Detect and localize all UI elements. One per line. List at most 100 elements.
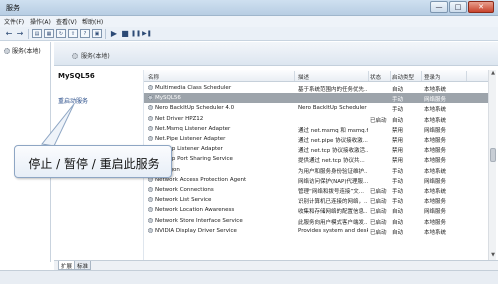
gear-icon <box>148 125 153 131</box>
service-name-cell: Net Driver HPZ12 <box>155 115 204 122</box>
export-list-icon[interactable]: ⇪ <box>68 29 78 38</box>
list-view-icon[interactable]: ▦ <box>44 29 54 38</box>
column-status[interactable]: 状态 <box>370 73 381 81</box>
service-name-cell: Multimedia Class Scheduler <box>155 85 232 91</box>
column-divider[interactable] <box>466 71 467 81</box>
service-description-cell: 提供通过 net.tcp 协议共... <box>298 158 365 165</box>
service-logon-cell: 网络服务 <box>424 127 447 134</box>
menu-action[interactable]: 操作(A) <box>30 17 51 26</box>
service-status-cell: 已启动 <box>370 117 387 124</box>
start-service-icon[interactable]: ▶ <box>109 29 119 38</box>
scrollbar-thumb[interactable] <box>490 148 496 162</box>
callout-pointer <box>41 103 75 147</box>
service-description-cell: Nero BackItUp Scheduler ... <box>298 105 368 112</box>
service-name-cell: Nero BackItUp Scheduler 4.0 <box>155 105 235 112</box>
service-startup-cell: 自动 <box>392 87 404 93</box>
service-logon-cell: 本地服务 <box>424 158 447 165</box>
service-row[interactable]: Network Store Interface Service 此服务向用户模式客… <box>144 216 488 226</box>
service-logon-cell: 本地系统 <box>424 87 447 93</box>
console-tree-icon[interactable]: ▤ <box>32 29 42 38</box>
service-row[interactable]: MySQL56 手动 网络服务 <box>144 93 488 104</box>
service-logon-cell: 本地服务 <box>424 199 447 206</box>
column-divider[interactable] <box>390 71 391 81</box>
service-row[interactable]: NVIDIA Display Driver Service Provides sy… <box>144 226 488 236</box>
gear-icon <box>148 217 153 223</box>
help-icon[interactable]: ? <box>80 29 90 38</box>
menu-help[interactable]: 帮助(H) <box>82 17 103 26</box>
service-row[interactable]: Network Connections 管理“网络和拨号连接”文... 已启动 手动 本… <box>144 185 488 195</box>
column-startup-type[interactable]: 启动类型 <box>392 73 414 81</box>
service-startup-cell: 手动 <box>392 168 404 175</box>
service-name-cell: Network Connections <box>155 187 214 193</box>
gear-icon <box>148 95 153 101</box>
service-row[interactable]: Nero BackItUp Scheduler 4.0 Nero BackItUp… <box>144 103 488 113</box>
arrow-left-icon[interactable]: ← <box>4 29 14 38</box>
arrow-right-icon[interactable]: → <box>15 29 25 38</box>
status-bar <box>0 270 498 284</box>
restart-service-icon[interactable]: ▶❚ <box>142 29 152 38</box>
service-name-cell: Net.Tcp Listener Adapter <box>155 146 223 153</box>
gear-icon <box>4 47 10 54</box>
minimize-button[interactable]: — <box>430 1 448 13</box>
column-description[interactable]: 描述 <box>298 73 309 81</box>
window-title: 服务 <box>6 4 20 12</box>
service-startup-cell: 手动 <box>392 178 404 185</box>
service-row[interactable]: Net.Tcp Port Sharing Service 提供通过 net.tcp… <box>144 154 488 164</box>
service-logon-cell: 本地系统 <box>424 189 447 195</box>
service-row[interactable]: Net.Pipe Listener Adapter 通过 net.pipe 协议接… <box>144 134 488 144</box>
service-startup-cell: 禁用 <box>392 148 404 155</box>
refresh-icon[interactable]: ↻ <box>56 29 66 38</box>
services-header: 服务(本地) <box>54 42 498 66</box>
service-row[interactable]: Netlogon为用户和服务身份验证维护... 手动 本地系统 <box>144 165 488 175</box>
menu-file[interactable]: 文件(F) <box>4 17 24 26</box>
service-row[interactable]: Network Location Awareness 收集和存储网络的配置信息..… <box>144 205 488 215</box>
service-status-cell: 已启动 <box>370 219 387 226</box>
service-logon-cell: 本地系统 <box>424 107 447 114</box>
menu-view[interactable]: 查看(V) <box>56 17 77 26</box>
scroll-up-icon[interactable]: ▲ <box>489 70 497 78</box>
service-row[interactable]: Net.Tcp Listener Adapter 通过 net.tcp 协议接收激… <box>144 144 488 154</box>
properties-icon[interactable]: ▣ <box>92 29 102 38</box>
title-bar: 服务 — □ ✕ <box>0 0 498 16</box>
gear-icon <box>148 136 153 141</box>
service-description-cell: 管理“网络和拨号连接”文... <box>298 189 364 195</box>
maximize-button[interactable]: □ <box>449 1 467 13</box>
toolbar-separator <box>105 29 106 39</box>
service-name-cell: Net.Pipe Listener Adapter <box>155 136 226 142</box>
column-header-row: 名称 描述 状态 启动类型 登录为 <box>144 70 488 82</box>
stop-service-icon[interactable]: ■ <box>120 29 130 38</box>
service-name-cell: Net.Tcp Port Sharing Service <box>155 156 233 163</box>
service-description-cell: 基于系统范围内的任务优先... <box>298 87 368 93</box>
vertical-scrollbar[interactable]: ▲ ▼ <box>488 70 496 260</box>
scroll-down-icon[interactable]: ▼ <box>489 252 497 260</box>
service-description-cell: 通过 net.tcp 协议接收激活... <box>298 148 368 155</box>
services-list: 名称 描述 状态 启动类型 登录为 Multimedia Class Sched… <box>143 70 488 260</box>
service-logon-cell: 网络服务 <box>424 97 447 104</box>
service-status-cell: 已启动 <box>370 199 387 206</box>
service-name-cell: Network Location Awareness <box>155 207 235 214</box>
service-name-cell: Network Store Interface Service <box>155 217 243 224</box>
tree-item-services-local[interactable]: 服务(本地) <box>4 46 41 55</box>
service-row[interactable]: Network Access Protection Agent 网络访问保护(NA… <box>144 175 488 185</box>
column-divider[interactable] <box>368 71 369 81</box>
service-name-cell: Network Access Protection Agent <box>155 176 247 183</box>
close-button[interactable]: ✕ <box>468 1 494 13</box>
tab-standard[interactable]: 标准 <box>74 261 92 270</box>
service-row[interactable]: Net.Msmq Listener Adapter 通过 net.msmq 和 m… <box>144 124 488 134</box>
service-logon-cell: 网络服务 <box>424 209 447 216</box>
gear-icon <box>72 52 78 59</box>
column-name[interactable]: 名称 <box>148 73 159 81</box>
service-row[interactable]: Multimedia Class Scheduler 基于系统范围内的任务优先..… <box>144 83 488 93</box>
gear-icon <box>148 115 153 121</box>
service-startup-cell: 禁用 <box>392 127 404 134</box>
service-description-cell: 此服务向用户模式客户端发... <box>298 219 368 226</box>
column-logon-as[interactable]: 登录为 <box>424 73 441 81</box>
tab-extended[interactable]: 扩展 <box>58 261 76 270</box>
service-name-cell: NVIDIA Display Driver Service <box>155 227 237 234</box>
service-row[interactable]: Network List Service 识别计算机已连接的网络，... 已启动 手动… <box>144 195 488 205</box>
service-logon-cell: 本地系统 <box>424 168 447 175</box>
column-divider[interactable] <box>294 71 295 81</box>
pause-service-icon[interactable]: ❚❚ <box>131 29 141 38</box>
service-row[interactable]: Net Driver HPZ12 已启动 自动 本地系统 <box>144 114 488 124</box>
column-divider[interactable] <box>421 71 422 81</box>
